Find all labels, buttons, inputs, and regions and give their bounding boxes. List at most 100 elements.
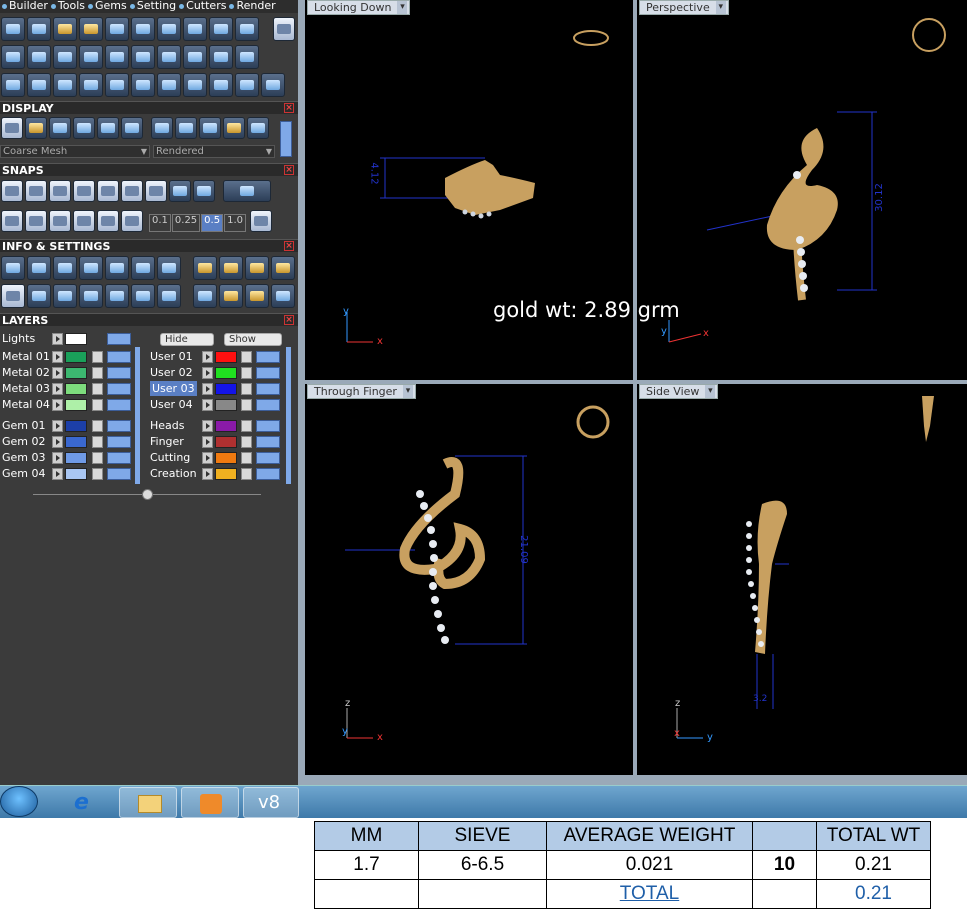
env-3-icon[interactable] bbox=[199, 117, 221, 139]
flip-tool-icon[interactable] bbox=[157, 45, 181, 69]
options-icon[interactable] bbox=[1, 256, 25, 280]
layer-visibility-toggle[interactable] bbox=[107, 420, 131, 432]
layer-visibility-toggle[interactable] bbox=[256, 436, 280, 448]
layout-toggle-icon[interactable] bbox=[273, 17, 295, 41]
expand-arrow-icon[interactable] bbox=[202, 436, 213, 448]
snap-center-icon[interactable] bbox=[121, 180, 143, 202]
curve-tool-icon[interactable] bbox=[1, 17, 25, 41]
layer-visibility-toggle[interactable] bbox=[256, 351, 280, 363]
menu-tools[interactable]: Tools bbox=[50, 0, 85, 13]
lock-icon[interactable] bbox=[92, 351, 103, 363]
render-mode-icon[interactable] bbox=[25, 117, 47, 139]
layer-color[interactable] bbox=[65, 452, 87, 464]
snap-diag-icon[interactable] bbox=[49, 210, 71, 232]
explode-tool-icon[interactable] bbox=[157, 73, 181, 97]
cube-purple-icon[interactable] bbox=[157, 256, 181, 280]
path-tool-icon[interactable] bbox=[53, 73, 77, 97]
circle-tool-icon[interactable] bbox=[261, 73, 285, 97]
layer-visibility-toggle[interactable] bbox=[256, 399, 280, 411]
menu-builder[interactable]: Builder bbox=[2, 0, 48, 13]
menu-render[interactable]: Render bbox=[229, 0, 276, 13]
grid-tool-icon[interactable] bbox=[209, 45, 233, 69]
expand-arrow-icon[interactable] bbox=[52, 399, 63, 411]
boolean-tool-icon[interactable] bbox=[183, 73, 207, 97]
collapse-icon[interactable] bbox=[142, 489, 153, 500]
move-tool-icon[interactable] bbox=[105, 73, 129, 97]
material-icon[interactable] bbox=[97, 117, 119, 139]
filter-icon[interactable] bbox=[105, 284, 129, 308]
mirror-tool-icon[interactable] bbox=[79, 73, 103, 97]
snap-toggle-button[interactable] bbox=[223, 180, 271, 202]
layer-visibility-toggle[interactable] bbox=[107, 399, 131, 411]
close-icon[interactable]: × bbox=[284, 315, 294, 325]
scale-tool-icon[interactable] bbox=[131, 45, 155, 69]
frame-1-icon[interactable] bbox=[219, 256, 243, 280]
layer-color[interactable] bbox=[65, 399, 87, 411]
wrench-icon[interactable] bbox=[27, 256, 51, 280]
show-button[interactable]: Show bbox=[224, 333, 282, 346]
dots-tool-icon[interactable] bbox=[235, 45, 259, 69]
env-1-icon[interactable] bbox=[151, 117, 173, 139]
snap-line-icon[interactable] bbox=[193, 180, 215, 202]
split-tool-icon[interactable] bbox=[209, 73, 233, 97]
lights-toggle[interactable] bbox=[107, 333, 131, 345]
layer-visibility-toggle[interactable] bbox=[107, 452, 131, 464]
layer-color[interactable] bbox=[65, 383, 87, 395]
menu-setting[interactable]: Setting bbox=[129, 0, 176, 13]
hide-button[interactable]: Hide bbox=[160, 333, 214, 346]
layer-visibility-toggle[interactable] bbox=[256, 468, 280, 480]
layer-color[interactable] bbox=[215, 452, 237, 464]
head-tool-icon[interactable] bbox=[79, 17, 103, 41]
layer-visibility-toggle[interactable] bbox=[107, 351, 131, 363]
gem-select-1-icon[interactable] bbox=[193, 284, 217, 308]
layer-color[interactable] bbox=[215, 420, 237, 432]
layer-visibility-toggle[interactable] bbox=[107, 367, 131, 379]
expand-arrow-icon[interactable] bbox=[52, 333, 63, 345]
snap-cross-icon[interactable] bbox=[49, 180, 71, 202]
layer-color[interactable] bbox=[215, 468, 237, 480]
layer-color[interactable] bbox=[65, 351, 87, 363]
lock-icon[interactable] bbox=[92, 468, 103, 480]
expand-arrow-icon[interactable] bbox=[52, 351, 63, 363]
expand-arrow-icon[interactable] bbox=[52, 468, 63, 480]
lights-color[interactable] bbox=[65, 333, 87, 345]
wireframe-icon[interactable] bbox=[1, 117, 23, 139]
layer-visibility-toggle[interactable] bbox=[256, 452, 280, 464]
viewport-through-finger[interactable]: Through Finger 21.09 z y x bbox=[305, 384, 633, 775]
lock-icon[interactable] bbox=[92, 367, 103, 379]
snap-end-icon[interactable] bbox=[97, 180, 119, 202]
viewport-perspective[interactable]: Perspective 30.12 y x bbox=[637, 0, 967, 380]
frame-2-icon[interactable] bbox=[245, 256, 269, 280]
ie-browser-icon[interactable]: e bbox=[58, 787, 114, 818]
snap-target-icon[interactable] bbox=[145, 180, 167, 202]
shank-tool-icon[interactable] bbox=[105, 17, 129, 41]
layer-visibility-toggle[interactable] bbox=[256, 383, 280, 395]
snap-point-icon[interactable] bbox=[73, 180, 95, 202]
gem-select-2-icon[interactable] bbox=[219, 284, 243, 308]
measure-icon[interactable] bbox=[193, 256, 217, 280]
snap-grid-2-icon[interactable] bbox=[1, 210, 23, 232]
explorer-folder-icon[interactable] bbox=[119, 787, 177, 818]
layer-visibility-toggle[interactable] bbox=[107, 436, 131, 448]
expand-arrow-icon[interactable] bbox=[202, 452, 213, 464]
lock-icon[interactable] bbox=[241, 383, 252, 395]
snap-step-3[interactable]: 1.0 bbox=[224, 214, 246, 232]
layer-scrollbar[interactable] bbox=[286, 416, 291, 484]
expand-arrow-icon[interactable] bbox=[52, 420, 63, 432]
cube-wire-icon[interactable] bbox=[53, 284, 77, 308]
layer-color[interactable] bbox=[215, 351, 237, 363]
layer-visibility-toggle[interactable] bbox=[107, 383, 131, 395]
settings-tool-icon[interactable] bbox=[235, 17, 259, 41]
lock-icon[interactable] bbox=[241, 420, 252, 432]
layer-scrollbar[interactable] bbox=[135, 347, 140, 417]
snap-mid-icon[interactable] bbox=[169, 180, 191, 202]
gem-tool-icon[interactable] bbox=[157, 17, 181, 41]
book-tool-icon[interactable] bbox=[105, 45, 129, 69]
edit-icon[interactable] bbox=[131, 256, 155, 280]
start-button-icon[interactable] bbox=[0, 786, 38, 817]
render-select[interactable]: Rendered ▼ bbox=[153, 145, 275, 158]
lock-icon[interactable] bbox=[241, 468, 252, 480]
arc-tool-icon[interactable] bbox=[27, 17, 51, 41]
close-icon[interactable]: × bbox=[284, 241, 294, 251]
window-grid-icon[interactable] bbox=[1, 284, 25, 308]
